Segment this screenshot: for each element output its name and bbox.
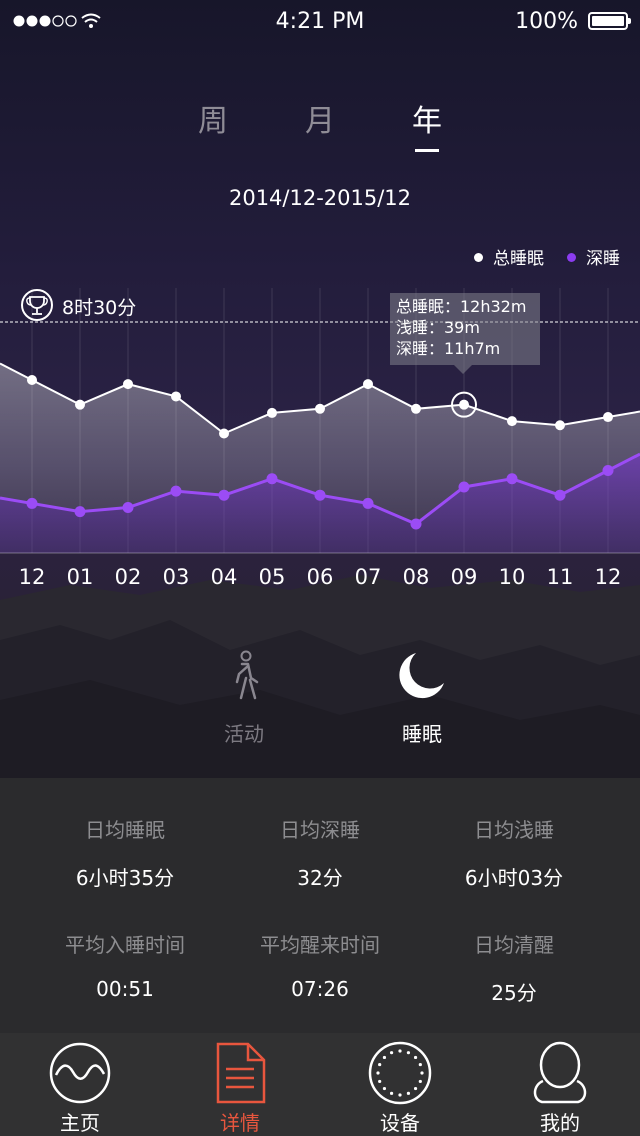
- x-tick-label: 03: [163, 565, 190, 589]
- x-tick-label: 01: [67, 565, 94, 589]
- x-tick-label: 12: [595, 565, 622, 589]
- total-sleep-point[interactable]: [171, 391, 181, 402]
- data-tooltip: 总睡眠：12h32m 浅睡：39m 深睡：11h7m: [390, 293, 540, 374]
- stats-panel: 日均睡眠 6小时35分 日均深睡 32分 日均浅睡 6小时03分 平均入睡时间 …: [0, 778, 640, 1033]
- stat-value: 6小时03分: [464, 866, 564, 890]
- walking-person-icon[interactable]: [224, 650, 264, 702]
- deep-sleep-point[interactable]: [458, 481, 470, 493]
- x-tick-label: 02: [115, 565, 142, 589]
- stat-avg-bedtime: 平均入睡时间 00:51: [25, 929, 225, 1001]
- device-ring-dot: [398, 1049, 402, 1053]
- total-sleep-point[interactable]: [123, 379, 133, 390]
- device-ring-dot: [413, 1086, 418, 1091]
- stat-label: 平均入睡时间: [65, 933, 185, 957]
- deep-sleep-point[interactable]: [170, 485, 182, 497]
- deep-sleep-point[interactable]: [506, 473, 518, 485]
- total-sleep-point[interactable]: [507, 416, 517, 427]
- stat-avg-sleep: 日均睡眠 6小时35分: [25, 814, 225, 891]
- tab-profile-label: 我的: [540, 1111, 580, 1135]
- stat-label: 日均睡眠: [85, 818, 165, 842]
- deep-sleep-point[interactable]: [554, 489, 566, 501]
- hero-panel: 4:21 PM 100% 周 月 年 2014/12-2015/12 总睡眠 深…: [0, 0, 640, 778]
- device-ring-dot: [418, 1062, 422, 1067]
- total-sleep-point[interactable]: [267, 407, 277, 418]
- stat-avg-light: 日均浅睡 6小时03分: [414, 814, 614, 891]
- mode-activity-label[interactable]: 活动: [184, 718, 304, 747]
- device-ring-dot: [413, 1055, 418, 1060]
- device-ring-dot: [389, 1091, 394, 1095]
- total-sleep-point[interactable]: [315, 403, 325, 414]
- device-ring-dot: [420, 1071, 424, 1075]
- deep-sleep-point[interactable]: [362, 497, 374, 509]
- stat-label: 平均醒来时间: [260, 933, 380, 957]
- total-sleep-point[interactable]: [219, 428, 229, 439]
- tab-profile[interactable]: 我的: [480, 1033, 640, 1136]
- document-icon: [216, 1042, 266, 1104]
- stat-value: 32分: [297, 866, 343, 890]
- deep-sleep-point[interactable]: [410, 518, 422, 530]
- tooltip-light: 浅睡：39m: [396, 318, 480, 337]
- total-sleep-point[interactable]: [459, 399, 469, 410]
- device-ring-dot: [382, 1086, 387, 1091]
- tooltip-deep: 深睡：11h7m: [396, 339, 501, 358]
- device-ring-dot: [406, 1091, 411, 1095]
- device-ring-dot: [406, 1051, 411, 1055]
- total-sleep-point[interactable]: [555, 420, 565, 431]
- stat-label: 日均清醒: [474, 933, 554, 957]
- deep-sleep-point[interactable]: [602, 465, 614, 477]
- x-tick-label: 10: [499, 565, 526, 589]
- tab-bar: 主页 详情 设备 我的: [0, 1033, 640, 1136]
- device-ring-dot: [389, 1051, 394, 1055]
- x-tick-label: 05: [259, 565, 286, 589]
- deep-sleep-point[interactable]: [74, 506, 86, 518]
- device-ring-dot: [378, 1079, 382, 1084]
- stat-avg-deep: 日均深睡 32分: [220, 814, 420, 891]
- goal-label: 8时30分: [62, 297, 137, 319]
- x-tick-label: 12: [19, 565, 46, 589]
- deep-sleep-point[interactable]: [26, 497, 38, 509]
- deep-sleep-point[interactable]: [314, 489, 326, 501]
- moon-icon[interactable]: [396, 650, 448, 700]
- deep-sleep-point[interactable]: [266, 473, 278, 485]
- total-sleep-point[interactable]: [27, 375, 37, 385]
- device-ring-dot: [376, 1071, 380, 1075]
- x-tick-label: 09: [451, 565, 478, 589]
- stat-value: 00:51: [96, 977, 154, 1001]
- deep-sleep-point[interactable]: [122, 502, 134, 514]
- deep-sleep-point[interactable]: [218, 489, 230, 501]
- total-sleep-point[interactable]: [363, 379, 373, 390]
- total-sleep-point[interactable]: [603, 412, 613, 423]
- total-sleep-point[interactable]: [411, 403, 421, 414]
- device-ring-dot: [382, 1055, 387, 1060]
- stat-value: 07:26: [291, 977, 349, 1001]
- x-tick-label: 04: [211, 565, 238, 589]
- stat-avg-awake: 日均清醒 25分: [414, 929, 614, 1006]
- tooltip-total: 总睡眠：12h32m: [396, 297, 527, 316]
- mode-sleep-label[interactable]: 睡眠: [362, 718, 482, 747]
- tab-device[interactable]: 设备: [320, 1033, 480, 1136]
- tab-device-label: 设备: [380, 1111, 420, 1135]
- stat-label: 日均深睡: [280, 818, 360, 842]
- stat-avg-waketime: 平均醒来时间 07:26: [220, 929, 420, 1001]
- stat-label: 日均浅睡: [474, 818, 554, 842]
- tab-details[interactable]: 详情: [160, 1033, 320, 1136]
- tab-home[interactable]: 主页: [0, 1033, 160, 1136]
- x-tick-label: 06: [307, 565, 334, 589]
- wave-circle-icon: [49, 1042, 111, 1104]
- total-sleep-point[interactable]: [75, 399, 85, 410]
- tab-home-label: 主页: [60, 1111, 100, 1135]
- device-ring-dot: [398, 1093, 402, 1097]
- device-ring-icon: [368, 1041, 432, 1105]
- x-tick-label: 11: [547, 565, 574, 589]
- tab-details-label: 详情: [220, 1111, 260, 1135]
- x-tick-label: 07: [355, 565, 382, 589]
- x-tick-label: 08: [403, 565, 430, 589]
- user-icon: [533, 1041, 587, 1104]
- device-ring-dot: [418, 1079, 422, 1084]
- device-ring-dot: [378, 1062, 382, 1067]
- stat-value: 25分: [491, 981, 537, 1005]
- stat-value: 6小时35分: [75, 866, 175, 890]
- trophy-icon: [21, 289, 53, 321]
